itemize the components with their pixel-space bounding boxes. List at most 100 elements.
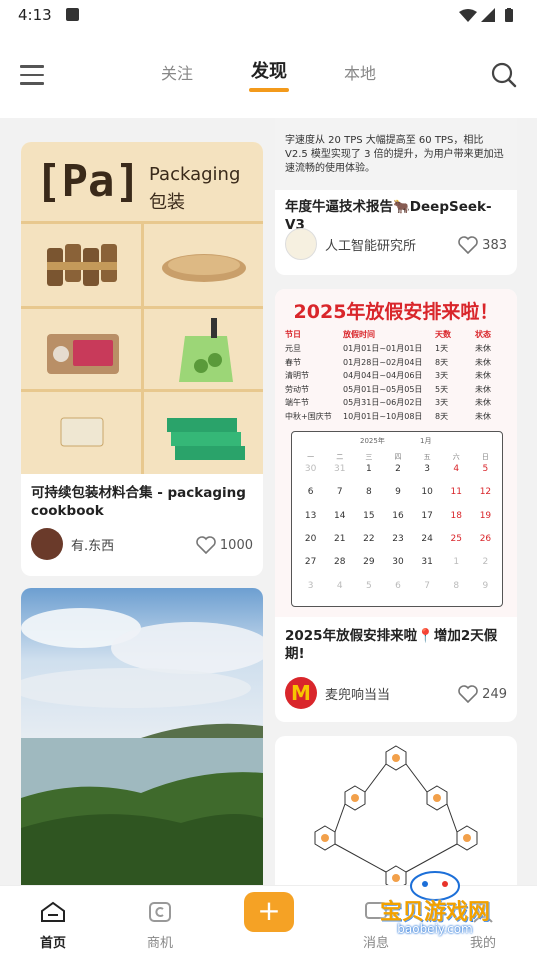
watermark: 宝贝游戏网 baobeiy.com bbox=[360, 858, 510, 948]
status-time: 4:13 bbox=[18, 6, 52, 24]
small-pack-image bbox=[60, 417, 104, 447]
calendar-day: 19 bbox=[479, 510, 492, 521]
tab-follow[interactable]: 关注 bbox=[161, 60, 193, 84]
calendar-day: 9 bbox=[395, 487, 401, 498]
holiday-table-cell: 10月01日~10月08日 bbox=[343, 411, 423, 421]
green-boxes-image bbox=[167, 418, 245, 460]
tray-image bbox=[162, 254, 246, 282]
post-title: 2025年放假安排来啦📍增加2天假期! bbox=[285, 628, 498, 662]
discover-feed[interactable]: [Pa] Packaging 包装 可持续包装材料合集 - packaging … bbox=[0, 118, 537, 885]
eggbox-image bbox=[47, 334, 119, 374]
cans-image bbox=[47, 244, 117, 286]
nav-business[interactable]: 商机 bbox=[130, 900, 190, 951]
calendar-day: 16 bbox=[392, 510, 404, 521]
calendar-day: 24 bbox=[421, 534, 433, 544]
holiday-table-header: 状态 bbox=[475, 330, 491, 339]
calendar-day: 31 bbox=[333, 464, 346, 474]
author-name: 人工智能研究所 bbox=[325, 238, 417, 254]
search-icon[interactable] bbox=[491, 62, 517, 88]
green-bag-image bbox=[179, 318, 233, 382]
calendar-day: 30 bbox=[304, 464, 317, 474]
holiday-table-cell: 元旦 bbox=[285, 344, 301, 353]
calendar-day: 17 bbox=[421, 510, 433, 521]
holiday-table-cell: 8天 bbox=[435, 357, 449, 367]
calendar-day: 27 bbox=[304, 557, 317, 568]
calendar-day: 5 bbox=[365, 580, 372, 591]
calendar-day: 12 bbox=[479, 487, 492, 498]
post-card-landscape[interactable] bbox=[21, 588, 263, 885]
calendar-day: 10 bbox=[421, 487, 433, 498]
calendar-month: 1月 bbox=[420, 437, 432, 445]
holiday-table-header: 放假时间 bbox=[343, 330, 375, 339]
holiday-table-cell: 清明节 bbox=[285, 371, 309, 380]
heart-icon bbox=[458, 236, 478, 254]
status-bar: 4:13 bbox=[0, 0, 537, 32]
calendar-day: 3 bbox=[307, 580, 314, 591]
holiday-table-cell: 01月28日~02月04日 bbox=[343, 357, 423, 367]
calendar-day: 21 bbox=[333, 534, 346, 544]
landscape-photo bbox=[21, 588, 263, 885]
calendar-day: 22 bbox=[363, 534, 375, 544]
like-button[interactable]: 249 bbox=[458, 685, 507, 703]
packaging-logo-text: [Pa] bbox=[35, 156, 141, 207]
calendar-day: 8 bbox=[453, 580, 460, 591]
menu-icon[interactable] bbox=[20, 65, 44, 85]
watermark-url: baobeiy.com bbox=[397, 922, 473, 936]
calendar-weekday: 五 bbox=[423, 453, 431, 461]
calendar-day: 7 bbox=[424, 580, 430, 591]
calendar-day: 30 bbox=[392, 557, 404, 568]
holiday-table-cell: 中秋+国庆节 bbox=[285, 411, 332, 421]
calendar-day: 11 bbox=[450, 487, 462, 498]
calendar-day: 15 bbox=[363, 510, 375, 521]
tab-local[interactable]: 本地 bbox=[344, 60, 376, 84]
calendar-day: 6 bbox=[307, 487, 314, 498]
post-author[interactable]: 有.东西 bbox=[31, 528, 114, 560]
post-author[interactable]: M 麦兜响当当 bbox=[285, 677, 390, 709]
nav-home[interactable]: 首页 bbox=[23, 900, 83, 951]
calendar-day: 28 bbox=[333, 557, 346, 568]
calendar-day: 6 bbox=[395, 580, 401, 591]
app-notification-icon bbox=[66, 8, 79, 21]
mcdonalds-logo-avatar: M bbox=[285, 677, 317, 709]
holiday-table-cell: 未休 bbox=[475, 357, 491, 367]
heart-icon bbox=[196, 536, 216, 554]
avatar bbox=[31, 528, 63, 560]
create-post-button[interactable]: + bbox=[244, 892, 294, 932]
holiday-table-cell: 端午节 bbox=[285, 398, 309, 407]
post-image-deepseek: 字速度从 20 TPS 大幅提高至 60 TPS，相比 V2.5 模型实现了 3… bbox=[275, 118, 517, 190]
holiday-heading: 2025年放假安排来啦！ bbox=[293, 301, 499, 323]
post-author[interactable]: 人工智能研究所 bbox=[285, 228, 416, 260]
author-name: 有.东西 bbox=[71, 538, 115, 554]
holiday-table-cell: 劳动节 bbox=[285, 384, 309, 394]
holiday-table-cell: 未休 bbox=[475, 344, 491, 353]
like-button[interactable]: 1000 bbox=[196, 536, 253, 554]
tab-discover[interactable]: 发现 bbox=[249, 57, 289, 92]
post-card-holiday[interactable]: 2025年放假安排来啦！ 节日 放假时间 天数 状态 元旦 01月01日~01月01日 1天… bbox=[275, 289, 517, 722]
calendar-day: 14 bbox=[333, 510, 346, 521]
calendar-weekday: 三 bbox=[365, 453, 373, 461]
business-icon bbox=[149, 902, 171, 922]
avatar bbox=[285, 228, 317, 260]
calendar-day: 4 bbox=[336, 580, 343, 591]
post-image-packaging: [Pa] Packaging 包装 bbox=[21, 142, 263, 474]
post-card-deepseek[interactable]: 字速度从 20 TPS 大幅提高至 60 TPS，相比 V2.5 模型实现了 3… bbox=[275, 118, 517, 275]
holiday-table-cell: 8天 bbox=[435, 411, 449, 421]
like-button[interactable]: 383 bbox=[458, 236, 507, 254]
holiday-table-cell: 未休 bbox=[475, 384, 491, 394]
holiday-table-cell: 5天 bbox=[435, 384, 449, 394]
post-card-packaging[interactable]: [Pa] Packaging 包装 可持续包装材料合集 - packaging … bbox=[21, 142, 263, 576]
calendar-weekday: 二 bbox=[336, 453, 344, 461]
like-count: 383 bbox=[482, 237, 507, 253]
calendar-weekday: 四 bbox=[394, 453, 402, 461]
top-bar: 关注 发现 本地 bbox=[0, 32, 537, 118]
author-name: 麦兜响当当 bbox=[325, 687, 391, 703]
calendar-day: 5 bbox=[482, 464, 489, 474]
calendar-day: 2 bbox=[395, 464, 401, 474]
holiday-table-cell: 春节 bbox=[285, 357, 301, 367]
calendar-day: 8 bbox=[365, 487, 372, 498]
holiday-table-header: 节日 bbox=[285, 330, 301, 339]
holiday-table-cell: 3天 bbox=[435, 398, 449, 407]
like-count: 1000 bbox=[219, 537, 253, 553]
heart-icon bbox=[458, 685, 478, 703]
calendar-day: 29 bbox=[363, 557, 375, 568]
